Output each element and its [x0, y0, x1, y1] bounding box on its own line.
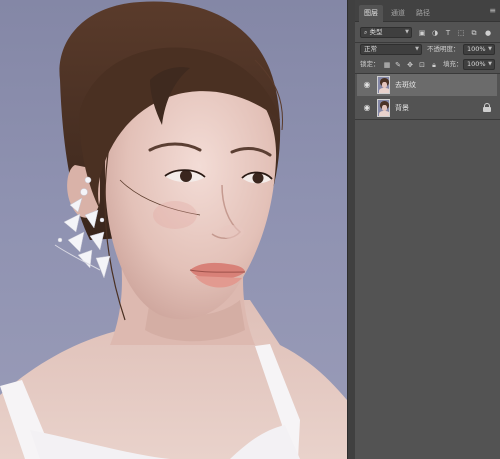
opacity-label: 不透明度：: [427, 45, 460, 53]
adjustment-filter-icon[interactable]: ◑: [430, 28, 440, 38]
search-icon: ⌕: [364, 29, 368, 36]
layer-row-background[interactable]: ◉ 背景: [357, 97, 497, 119]
lock-transparent-icon[interactable]: ▦: [382, 60, 392, 70]
blend-row: 正常 ▼ 不透明度： 100% ▼: [355, 44, 500, 59]
fill-label: 填充：: [443, 60, 463, 68]
tab-paths[interactable]: 路径: [411, 5, 435, 22]
layer-name[interactable]: 去斑纹: [395, 80, 416, 90]
fill-field[interactable]: 100% ▼: [463, 59, 495, 70]
lock-artboard-icon[interactable]: ⊡: [417, 60, 427, 70]
type-filter-icon[interactable]: T: [443, 28, 453, 38]
chevron-down-icon: ▼: [488, 61, 492, 67]
smart-object-filter-icon[interactable]: ⧉: [469, 28, 479, 38]
chevron-down-icon: ▼: [488, 46, 492, 52]
filter-type-select[interactable]: ⌕ 类型 ▼: [360, 27, 412, 38]
filter-type-label: 类型: [369, 28, 383, 36]
chevron-down-icon: ▼: [405, 29, 409, 35]
lock-row: 锁定： ▦ ✎ ✥ ⊡ 🔒︎ 填充： 100% ▼: [355, 59, 500, 74]
lock-position-icon[interactable]: ✥: [405, 60, 415, 70]
blend-mode-value: 正常: [364, 45, 377, 53]
layers-panel: 图层 通道 路径 ≡ ⌕ 类型 ▼ ▣ ◑ T ⬚ ⧉ ● 正常 ▼ 不透明度：…: [355, 0, 500, 459]
shape-filter-icon[interactable]: ⬚: [456, 28, 466, 38]
panel-divider[interactable]: [347, 0, 355, 459]
visibility-eye-icon[interactable]: ◉: [362, 103, 372, 113]
divider: [355, 42, 500, 43]
lock-label: 锁定：: [360, 60, 380, 68]
portrait-photo: [0, 1, 347, 459]
filter-toggle-icon[interactable]: ●: [483, 28, 493, 38]
layer-filter-row: ⌕ 类型 ▼ ▣ ◑ T ⬚ ⧉ ●: [355, 27, 500, 42]
opacity-field[interactable]: 100% ▼: [463, 44, 495, 55]
lock-paint-icon[interactable]: ✎: [393, 60, 403, 70]
layer-thumbnail: [377, 99, 390, 117]
divider: [355, 119, 500, 120]
chevron-down-icon: ▼: [415, 46, 419, 52]
panel-tab-bar: 图层 通道 路径 ≡: [355, 0, 500, 22]
layer-thumbnail: [377, 76, 390, 94]
document-canvas[interactable]: [0, 0, 347, 459]
lock-all-icon[interactable]: 🔒︎: [429, 60, 439, 70]
layer-name[interactable]: 背景: [395, 103, 409, 113]
blend-mode-select[interactable]: 正常 ▼: [360, 44, 422, 55]
pixel-filter-icon[interactable]: ▣: [417, 28, 427, 38]
layer-row-retouch[interactable]: ◉ 去斑纹: [357, 74, 497, 96]
lock-icon: [483, 103, 491, 112]
tab-layers[interactable]: 图层: [359, 5, 383, 22]
opacity-value: 100%: [467, 45, 486, 53]
visibility-eye-icon[interactable]: ◉: [362, 80, 372, 90]
tab-channels[interactable]: 通道: [386, 5, 410, 22]
fill-value: 100%: [467, 60, 486, 68]
panel-menu-icon[interactable]: ≡: [489, 6, 496, 15]
